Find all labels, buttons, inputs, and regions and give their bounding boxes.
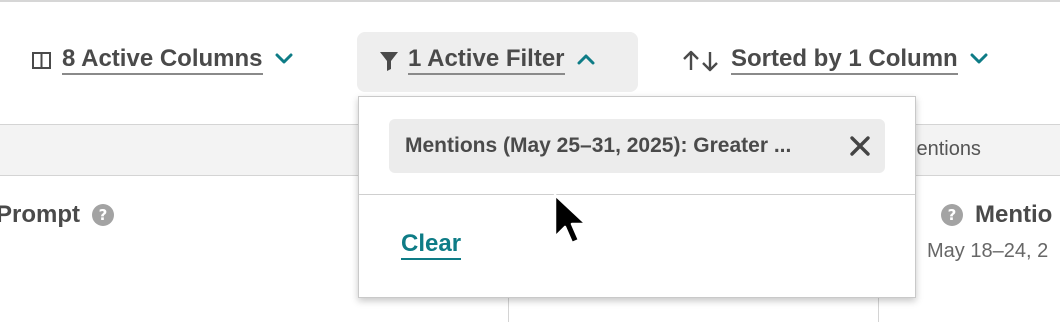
sorted-by-label[interactable]: Sorted by 1 Column: [731, 46, 958, 75]
mentions-date-range: May 18–24, 2: [927, 240, 1049, 262]
filter-funnel-icon: [379, 50, 399, 72]
prompt-column-header[interactable]: Prompt ?: [0, 201, 114, 229]
chevron-down-icon: [275, 52, 293, 70]
top-divider: [0, 0, 1060, 2]
columns-icon: [32, 51, 51, 70]
active-filter-label[interactable]: 1 Active Filter: [408, 46, 565, 75]
clear-filters-link[interactable]: Clear: [401, 230, 462, 260]
filter-chip[interactable]: Mentions (May 25–31, 2025): Greater ...: [389, 119, 885, 173]
sorted-by-button[interactable]: Sorted by 1 Column: [682, 46, 988, 75]
mentions-header-label: Mentio: [975, 201, 1053, 228]
filter-chip-label[interactable]: Mentions (May 25–31, 2025): Greater ...: [405, 134, 791, 158]
active-filters-dropdown: Mentions (May 25–31, 2025): Greater ... …: [358, 96, 916, 298]
chevron-up-icon: [577, 52, 595, 70]
mentions-column-header[interactable]: ? Mentio: [941, 201, 1052, 229]
active-columns-label[interactable]: 8 Active Columns: [62, 46, 263, 75]
sort-arrows-icon: [682, 50, 720, 72]
active-columns-button[interactable]: 8 Active Columns: [32, 46, 293, 75]
dropdown-divider: [359, 194, 915, 195]
column-header-mentions: lentions: [912, 138, 981, 160]
active-filter-button[interactable]: 1 Active Filter: [379, 46, 595, 75]
help-icon[interactable]: ?: [941, 204, 963, 226]
close-icon[interactable]: [847, 133, 873, 159]
help-icon[interactable]: ?: [92, 204, 114, 226]
chevron-down-icon: [970, 52, 988, 70]
prompt-header-label: Prompt: [0, 201, 80, 228]
